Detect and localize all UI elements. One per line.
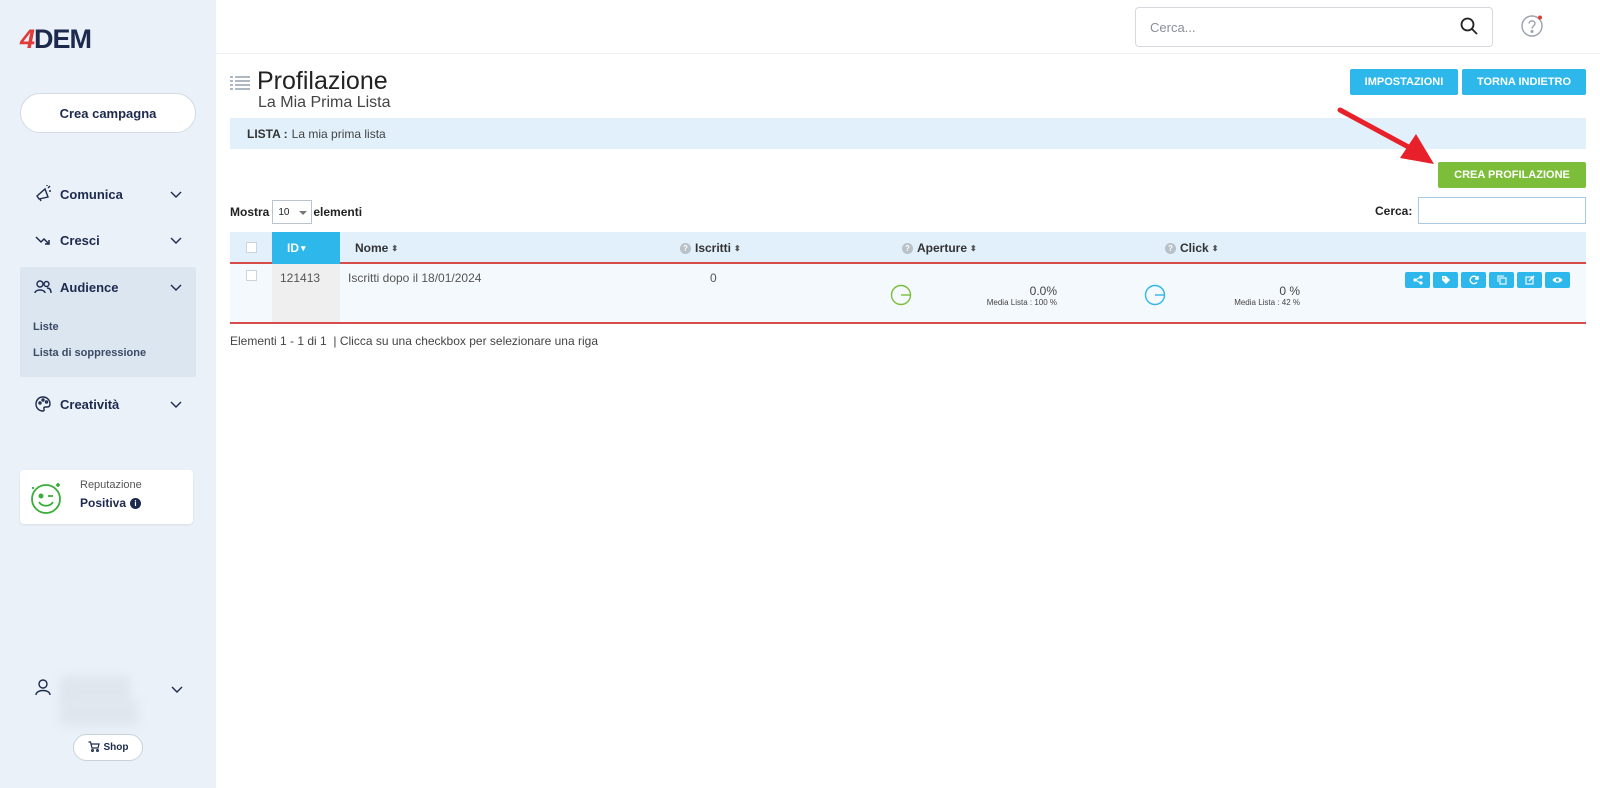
show-suffix: elementi [313,205,363,219]
user-email-redacted [60,700,138,726]
share-icon[interactable] [1405,272,1430,288]
table-info: Elementi 1 - 1 di 1 [230,334,327,348]
cart-icon [88,740,100,755]
tag-icon[interactable] [1433,272,1458,288]
row-subscribers: 0 [710,271,717,285]
question-icon: ? [902,242,913,254]
list-info-label: LISTA : [247,126,288,141]
nav-item-cresci[interactable]: Cresci [20,221,196,259]
table-search: Cerca: [1375,197,1587,224]
global-search[interactable] [1135,7,1493,47]
subnav-liste[interactable]: Liste [33,321,59,333]
chevron-down-icon [170,233,182,248]
copy-icon[interactable] [1489,272,1514,288]
megaphone-icon [34,185,52,203]
users-icon [34,278,52,296]
sort-icon: ⬍ [391,243,399,253]
table-hint: | Clicca su una checkbox per selezionare… [333,334,598,348]
column-header-clicks[interactable]: ? Click ⬍ [1165,232,1218,264]
page-length-control: Mostra 10 elementi [230,200,362,224]
sort-icon: ⬍ [970,243,977,253]
nav-label: Comunica [60,186,123,202]
clicks-pie-icon [1144,284,1166,309]
table-row[interactable]: 121413 Iscritti dopo il 18/01/2024 0 0.0… [230,264,1586,324]
page-subtitle: La Mia Prima Lista [258,94,391,111]
create-campaign-button[interactable]: Crea campagna [20,93,196,133]
subnav-lista-soppressione[interactable]: Lista di soppressione [33,347,146,359]
page-length-select[interactable]: 10 [272,200,313,224]
user-menu[interactable] [34,676,194,704]
chevron-down-icon [171,682,183,697]
list-icon [230,75,250,94]
nav-item-audience[interactable]: Audience [20,268,196,306]
clicks-media: Media Lista : 42 % [1234,298,1300,307]
list-info-value: La mia prima lista [291,126,386,141]
question-icon: ? [680,242,691,254]
reputation-value: Positiva i [80,496,142,510]
page-title: Profilazione [257,67,388,95]
trend-up-icon [34,231,52,249]
search-icon[interactable] [1460,17,1478,38]
row-checkbox[interactable] [246,270,257,281]
nav-label: Creatività [60,396,120,412]
table-header: ID ▾ Nome ⬍ ? Iscritti ⬍ ? Aperture ⬍ ? Click ⬍ [230,232,1586,264]
info-icon[interactable]: i [130,497,142,509]
sidebar: 4DEM Crea campagna Comunica Cresci Audie… [0,0,216,788]
create-profiling-button[interactable]: CREA PROFILAZIONE [1438,162,1586,188]
column-header-name[interactable]: Nome ⬍ [355,232,398,264]
palette-icon [34,395,52,413]
select-all-checkbox[interactable] [246,242,257,253]
sort-icon: ⬍ [734,243,741,253]
top-bar [216,0,1600,54]
table-search-label: Cerca: [1375,203,1413,218]
column-header-opens[interactable]: ? Aperture ⬍ [902,232,977,264]
nav-label: Audience [60,279,119,295]
show-label: Mostra [230,205,270,219]
nav-item-creativita[interactable]: Creatività [20,385,196,423]
column-header-subscribers[interactable]: ? Iscritti ⬍ [680,232,741,264]
question-icon: ? [1165,242,1176,254]
nav-item-comunica[interactable]: Comunica [20,175,196,213]
user-icon [34,678,52,699]
shop-button[interactable]: Shop [73,734,143,761]
reputation-card[interactable]: Reputazione Positiva i [20,470,193,524]
opens-media: Media Lista : 100 % [986,298,1057,307]
eye-icon[interactable] [1545,272,1570,288]
column-header-id[interactable]: ID ▾ [272,232,340,264]
edit-icon[interactable] [1517,272,1542,288]
sort-icon: ⬍ [1211,243,1219,253]
smile-wink-icon [28,479,66,520]
row-name[interactable]: Iscritti dopo il 18/01/2024 [348,271,481,285]
chevron-down-icon [170,397,182,412]
help-icon[interactable] [1520,14,1544,41]
global-search-input[interactable] [1150,19,1460,35]
table-footer: Elementi 1 - 1 di 1 | Clicca su una chec… [230,334,598,348]
refresh-icon[interactable] [1461,272,1486,288]
annotation-arrow [1336,106,1436,169]
back-button[interactable]: TORNA INDIETRO [1462,69,1586,95]
opens-percent: 0.0% [1029,284,1057,298]
chevron-down-icon [170,187,182,202]
opens-pie-icon [890,284,912,309]
table-search-input[interactable] [1418,197,1587,224]
settings-button[interactable]: IMPOSTAZIONI [1350,69,1458,95]
clicks-percent: 0 % [1279,284,1300,298]
chevron-down-icon [170,280,182,295]
row-id: 121413 [280,271,321,285]
nav-label: Cresci [60,232,100,248]
row-actions [1405,272,1570,288]
sort-desc-icon: ▾ [301,242,306,253]
logo[interactable]: 4DEM [20,24,92,55]
reputation-label: Reputazione [80,479,142,491]
